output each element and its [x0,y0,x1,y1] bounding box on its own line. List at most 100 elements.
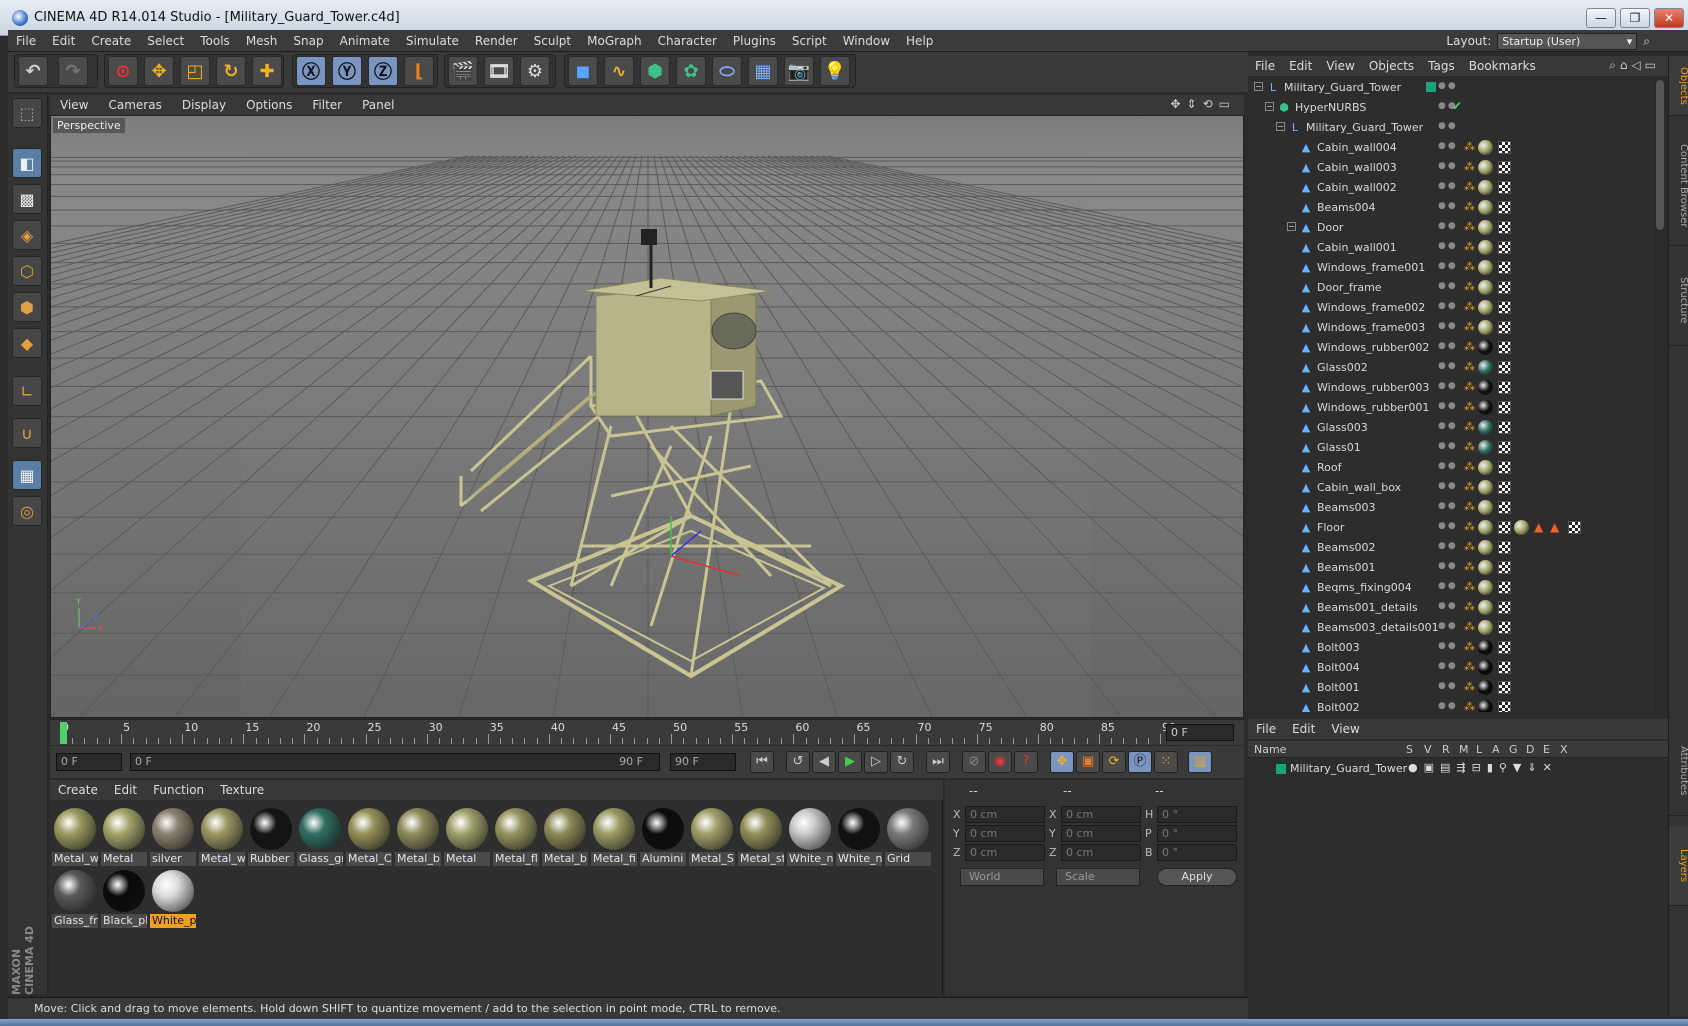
phong-tag-icon[interactable]: ⁂ [1464,600,1475,613]
visibility-toggle-icon[interactable]: ●● [1438,361,1458,371]
uvw-tag-icon[interactable] [1498,601,1511,614]
phong-tag-icon[interactable]: ⁂ [1464,460,1475,473]
visibility-toggle-icon[interactable]: ●● [1438,221,1458,231]
material-tag-icon[interactable] [1478,280,1493,295]
viewport-menu-options[interactable]: Options [236,95,302,115]
uvw-tag-icon[interactable] [1498,661,1511,674]
key-position-icon[interactable]: ✥ [1050,751,1074,773]
material-menu-edit[interactable]: Edit [106,780,145,800]
spline-icon[interactable]: ∿ [604,56,634,86]
menu-plugins[interactable]: Plugins [725,30,784,52]
uvw-tag-icon[interactable] [1498,301,1511,314]
object-list-scrollbar[interactable] [1654,78,1666,712]
visibility-toggle-icon[interactable]: ●● [1438,441,1458,451]
layer-menu-view[interactable]: View [1323,719,1367,739]
material-tag-icon[interactable] [1478,680,1493,695]
keyframe-selection-icon[interactable]: ? [1014,751,1038,773]
object-row[interactable]: ▲ Floor ●● ⁂ ▲ ▲ [1248,518,1654,538]
uvw-tag-icon[interactable] [1498,241,1511,254]
object-row[interactable]: ▲ Beams002 ●● ⁂ [1248,538,1654,558]
object-row[interactable]: − ⬢ HyperNURBS ●● ✔ [1248,98,1654,118]
uvw-tag-icon[interactable] [1498,441,1511,454]
menu-sculpt[interactable]: Sculpt [526,30,579,52]
frame-ruler[interactable]: 051015202530354045505560657075808590 [60,720,1176,746]
material-menu-create[interactable]: Create [50,780,106,800]
previous-frame-icon[interactable]: ◀ [812,751,836,773]
apply-button[interactable]: Apply [1157,868,1237,886]
uvw-tag-icon[interactable] [1498,521,1511,534]
menu-file[interactable]: File [8,30,44,52]
visibility-toggle-icon[interactable]: ●● [1438,121,1458,131]
record-keys-icon[interactable]: ⊘ [962,751,986,773]
current-frame-field[interactable]: 0 F [1166,724,1234,741]
workplane-lock-icon[interactable]: ▦ [12,460,42,490]
material-swatch[interactable]: silver [150,806,196,866]
visibility-toggle-icon[interactable]: ●● [1438,561,1458,571]
phong-tag-icon[interactable]: ⁂ [1464,540,1475,553]
phong-tag-icon[interactable]: ⁂ [1464,520,1475,533]
scale-tool-icon[interactable]: ◰ [180,56,210,86]
visibility-toggle-icon[interactable]: ●● [1438,81,1458,91]
enabled-check-icon[interactable]: ✔ [1452,99,1462,113]
viewport-menu-display[interactable]: Display [172,95,236,115]
uvw-tag-icon[interactable] [1498,681,1511,694]
preview-range-slider[interactable]: 0 F 90 F [130,753,660,771]
warning-tag-icon[interactable]: ▲ [1550,520,1559,534]
phong-tag-icon[interactable]: ⁂ [1464,440,1475,453]
last-tool-icon[interactable]: ✚ [252,56,282,86]
timeline-ruler[interactable]: 051015202530354045505560657075808590 0 F [50,719,1244,745]
side-tab-content-browser[interactable]: Content Browser [1669,126,1688,246]
material-tag-icon[interactable] [1478,380,1493,395]
visibility-toggle-icon[interactable]: ●● [1438,681,1458,691]
expand-toggle-icon[interactable]: − [1265,102,1274,111]
object-row[interactable]: ▲ Cabin_wall002 ●● ⁂ [1248,178,1654,198]
visibility-toggle-icon[interactable]: ●● [1438,181,1458,191]
menu-character[interactable]: Character [650,30,725,52]
visibility-toggle-icon[interactable]: ●● [1438,581,1458,591]
close-button[interactable]: ✕ [1654,8,1684,28]
phong-tag-icon[interactable]: ⁂ [1464,580,1475,593]
material-menu-function[interactable]: Function [145,780,212,800]
object-row[interactable]: ▲ Glass003 ●● ⁂ [1248,418,1654,438]
layout-dropdown[interactable]: Startup (User) [1497,32,1638,50]
object-row[interactable]: ▲ Door_frame ●● ⁂ [1248,278,1654,298]
material-tag-icon[interactable] [1478,360,1493,375]
size-field[interactable]: 0 cm [1061,825,1141,842]
object-row[interactable]: ▲ Windows_frame001 ●● ⁂ [1248,258,1654,278]
visibility-toggle-icon[interactable]: ●● [1438,401,1458,411]
uvw-tag-icon[interactable] [1498,641,1511,654]
go-to-end-icon[interactable]: ⏭ [926,751,950,773]
soft-selection-icon[interactable]: ◎ [12,496,42,526]
object-row[interactable]: − ▲ Door ●● ⁂ [1248,218,1654,238]
object-row[interactable]: ▲ Cabin_wall_box ●● ⁂ [1248,478,1654,498]
material-swatch[interactable]: White_p [150,868,196,928]
phong-tag-icon[interactable]: ⁂ [1464,160,1475,173]
viewport-menu-cameras[interactable]: Cameras [98,95,171,115]
layer-row[interactable]: Military_Guard_Tower ●▣▤⇶⊟▮⚲▼⇓✕ [1248,760,1668,778]
redo-icon[interactable]: ↷ [58,56,88,86]
visibility-toggle-icon[interactable]: ●● [1438,541,1458,551]
uvw-tag-icon[interactable] [1498,341,1511,354]
side-tab-layers[interactable]: Layers [1669,826,1688,906]
menu-script[interactable]: Script [784,30,835,52]
material-tag-icon[interactable] [1478,320,1493,335]
visibility-toggle-icon[interactable]: ●● [1438,421,1458,431]
phong-tag-icon[interactable]: ⁂ [1464,280,1475,293]
object-row[interactable]: ▲ Beams001_details ●● ⁂ [1248,598,1654,618]
side-tab-attributes[interactable]: Attributes [1669,726,1688,816]
material-swatch[interactable]: Black_pl [101,868,147,928]
material-swatch[interactable]: Metal_S [689,806,735,866]
uvw-tag-icon[interactable] [1498,541,1511,554]
material-swatch[interactable]: Metal_b [395,806,441,866]
next-keyframe-icon[interactable]: ↻ [890,751,914,773]
menu-edit[interactable]: Edit [44,30,83,52]
material-tag-icon[interactable] [1478,420,1493,435]
phong-tag-icon[interactable]: ⁂ [1464,360,1475,373]
model-mode-icon[interactable]: ◧ [12,148,42,178]
visibility-toggle-icon[interactable]: ●● [1438,241,1458,251]
material-swatch[interactable]: Metal_st [738,806,784,866]
uvw-tag-icon[interactable] [1498,581,1511,594]
material-tag-icon[interactable] [1478,660,1493,675]
make-editable-icon[interactable]: ⬚ [12,98,42,128]
viewport-menu-filter[interactable]: Filter [302,95,352,115]
